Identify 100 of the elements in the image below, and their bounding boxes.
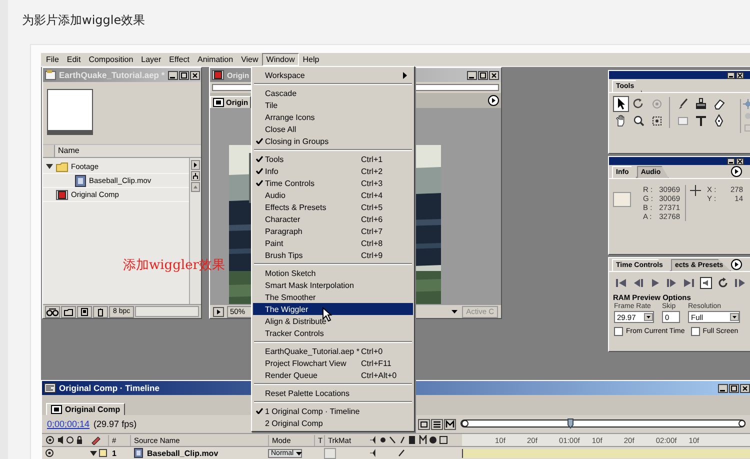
project-icon <box>45 70 56 80</box>
folder-icon[interactable] <box>61 306 76 318</box>
menu-item[interactable]: Tracker Controls <box>253 327 413 339</box>
flowchart-icon[interactable] <box>191 171 200 181</box>
menu-bar-item[interactable]: Effect <box>165 53 194 66</box>
dropdown-arrow-icon[interactable] <box>730 313 739 321</box>
menu-item[interactable]: Workspace <box>253 69 413 81</box>
loop-icon[interactable] <box>717 277 729 289</box>
menu-bar-item[interactable]: Edit <box>62 53 85 66</box>
last-frame-icon[interactable] <box>683 277 695 289</box>
article-title: 为影片添加wiggle效果 <box>22 12 146 28</box>
film-icon <box>75 174 86 186</box>
close-icon[interactable] <box>736 72 744 78</box>
motion-blur-icon[interactable] <box>444 418 456 430</box>
find-icon[interactable] <box>45 306 60 318</box>
preview-icon[interactable] <box>213 306 224 316</box>
trash-icon[interactable] <box>93 306 108 318</box>
menu-item[interactable]: Audio Ctrl+4 <box>253 189 413 201</box>
column-header[interactable]: Name <box>54 145 201 157</box>
menu-item[interactable]: Brush Tips Ctrl+9 <box>253 249 413 261</box>
folder-icon <box>56 162 68 172</box>
track-z-camera-icon[interactable] <box>743 111 750 121</box>
comp-icon <box>213 98 224 107</box>
menu-bar-item[interactable]: Composition <box>84 53 138 66</box>
ram-preview-icon[interactable] <box>734 277 746 289</box>
menu-bar-item[interactable]: Help <box>298 53 324 66</box>
play-icon[interactable] <box>191 160 200 170</box>
menu-item[interactable]: Reset Palette Locations <box>253 387 413 399</box>
zoom-tool-icon[interactable] <box>632 114 646 128</box>
visibility-icon[interactable] <box>45 448 54 458</box>
comp-icon[interactable] <box>77 306 92 318</box>
track-xy-camera-icon[interactable] <box>743 99 750 109</box>
comp-icon <box>51 405 62 414</box>
menu-item[interactable]: Paint Ctrl+8 <box>253 237 413 249</box>
menu-item[interactable]: Tools Ctrl+1 <box>253 153 413 165</box>
palette-menu-icon[interactable] <box>488 95 499 106</box>
brush-tool-icon[interactable] <box>676 97 690 111</box>
expand-triangle-icon[interactable] <box>46 163 53 170</box>
menu-bar-item[interactable]: View <box>237 53 262 66</box>
minimize-icon[interactable] <box>718 384 728 392</box>
menu-bar-item[interactable]: Animation <box>193 53 238 66</box>
current-time[interactable]: 0;00;00;14 <box>47 419 90 429</box>
maximize-icon[interactable] <box>729 384 739 392</box>
menu-item[interactable]: The Smoother <box>253 291 413 303</box>
menu-item[interactable]: 1 Original Comp · Timeline <box>253 405 413 417</box>
menu-bar-item[interactable]: File <box>42 53 63 66</box>
close-icon[interactable] <box>736 158 744 164</box>
menu-item[interactable]: Tile <box>253 99 413 111</box>
comp-icon <box>56 190 68 200</box>
menu-item[interactable]: Arrange Icons <box>253 111 413 123</box>
selection-tool-icon[interactable] <box>614 97 628 111</box>
menu-item[interactable]: The Wiggler <box>253 303 413 315</box>
menu-item[interactable]: Project Flowchart View Ctrl+F11 <box>253 357 413 369</box>
stamp-tool-icon[interactable] <box>694 97 708 111</box>
menu-item[interactable]: Motion Sketch <box>253 267 413 279</box>
minimize-icon[interactable] <box>727 72 735 78</box>
time-navigator-drawing[interactable] <box>460 418 748 430</box>
frame-blend-icon[interactable] <box>431 418 443 430</box>
checkbox[interactable] <box>614 327 623 336</box>
menu-bar-item[interactable]: Layer <box>137 53 166 66</box>
menu-bar-item[interactable]: Window <box>262 53 299 66</box>
close-icon[interactable] <box>740 384 750 392</box>
previous-frame-icon[interactable] <box>632 277 644 289</box>
minimize-icon[interactable] <box>727 158 735 164</box>
draft-3d-icon[interactable] <box>418 418 430 430</box>
type-tool-icon[interactable] <box>694 114 708 128</box>
menu-item[interactable]: Close All <box>253 123 413 135</box>
menu-item[interactable]: Effects & Presets Ctrl+5 <box>253 201 413 213</box>
palette-menu-icon[interactable] <box>731 259 742 270</box>
audio-icon[interactable] <box>700 277 712 289</box>
first-frame-icon[interactable] <box>615 277 627 289</box>
pen-tool-icon[interactable] <box>712 114 726 128</box>
menu-item[interactable]: Closing in Groups <box>253 135 413 147</box>
eraser-tool-icon[interactable] <box>712 97 726 111</box>
menu-item[interactable]: 2 Original Comp <box>253 417 413 429</box>
layer-name[interactable]: Baseball_Clip.mov <box>147 448 218 458</box>
film-icon <box>134 448 143 458</box>
comp-icon <box>212 70 224 80</box>
timeline-icon <box>44 383 56 393</box>
menu-item[interactable]: Info Ctrl+2 <box>253 165 413 177</box>
menu-item[interactable]: Character Ctrl+6 <box>253 213 413 225</box>
dropdown-arrow-icon[interactable] <box>644 313 653 321</box>
layer-switches-icon <box>45 435 83 445</box>
composition-tab[interactable]: Original Comp <box>46 403 126 415</box>
menu-item[interactable]: Smart Mask Interpolation <box>253 279 413 291</box>
expand-triangle-icon[interactable] <box>90 450 97 456</box>
menu-item[interactable]: Render Queue Ctrl+Alt+0 <box>253 369 413 381</box>
crosshair-icon <box>690 185 701 196</box>
palette-menu-icon[interactable] <box>731 166 742 177</box>
menu-item[interactable]: EarthQuake_Tutorial.aep * Ctrl+0 <box>253 345 413 357</box>
menu-item[interactable]: Cascade <box>253 87 413 99</box>
label-color-icon[interactable] <box>99 449 107 457</box>
checkbox[interactable] <box>690 327 700 336</box>
dropdown-arrow-icon[interactable] <box>450 307 460 316</box>
pan-behind-tool-icon[interactable] <box>650 114 664 128</box>
horizontal-scrollbar[interactable] <box>135 306 199 317</box>
menu-item[interactable]: Paragraph Ctrl+7 <box>253 225 413 237</box>
menu-item[interactable]: Align & Distribute <box>253 315 413 327</box>
menu-item[interactable]: Time Controls Ctrl+3 <box>253 177 413 189</box>
next-frame-icon[interactable] <box>666 277 678 289</box>
